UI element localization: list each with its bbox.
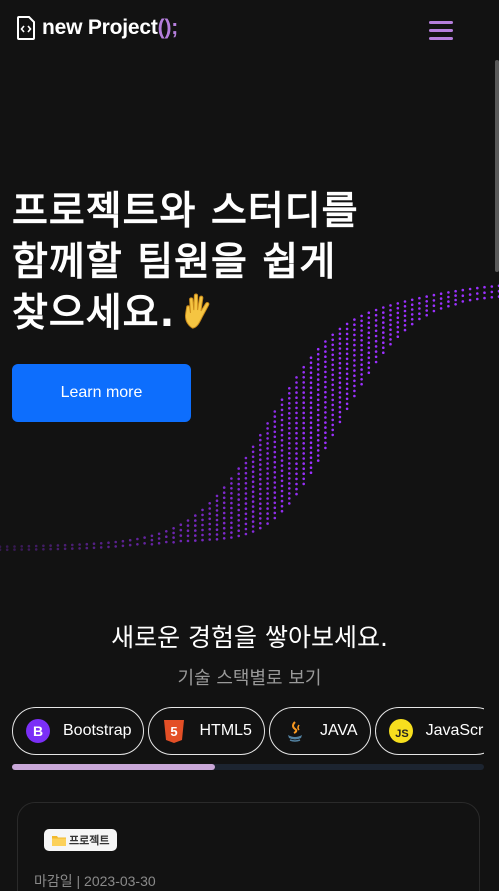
- logo-main: new Project: [42, 16, 158, 39]
- tech-chip-bootstrap[interactable]: B Bootstrap: [12, 707, 145, 755]
- tech-chip-label: HTML5: [199, 722, 252, 739]
- logo-accent: ();: [157, 16, 179, 39]
- html5-icon: 5: [161, 718, 187, 744]
- hero-title-line-1: 프로젝트와 스터디를: [12, 189, 359, 234]
- svg-text:B: B: [33, 723, 43, 739]
- tech-chip-label: Bootstrap: [63, 722, 132, 739]
- logo-text: new Project();: [42, 16, 178, 40]
- tech-chip-java[interactable]: JAVA: [268, 707, 371, 755]
- folder-icon: [52, 835, 66, 846]
- section-subtitle: 기술 스택별로 보기: [177, 668, 322, 689]
- page-scrollbar[interactable]: [495, 60, 499, 272]
- hero-title-line-3-text: 찾으세요.: [12, 291, 176, 336]
- tech-scrollbar-thumb[interactable]: [12, 764, 215, 770]
- bootstrap-icon: B: [25, 718, 51, 744]
- code-file-icon: [17, 16, 35, 40]
- navbar: new Project();: [0, 0, 499, 60]
- hero-title: 프로젝트와 스터디를 함께할 팀원을 쉽게 찾으세요.: [12, 186, 432, 339]
- tech-chip-html5[interactable]: 5 HTML5: [148, 707, 265, 755]
- learn-more-button[interactable]: Learn more: [12, 364, 191, 422]
- tech-chip-label: JAVA: [319, 722, 358, 739]
- waving-hand-icon: [185, 293, 210, 329]
- tech-scrollbar[interactable]: [12, 764, 484, 770]
- javascript-icon: JS: [388, 718, 414, 744]
- java-icon: [282, 718, 308, 744]
- hero-title-line-3: 찾으세요.: [12, 288, 432, 339]
- hero-title-line-2: 함께할 팀원을 쉽게: [12, 240, 337, 285]
- deadline-text: 마감일 | 2023-03-30: [34, 873, 156, 889]
- category-badge-label: 프로젝트: [69, 834, 110, 847]
- section-title: 새로운 경험을 쌓아보세요.: [111, 623, 388, 652]
- tech-chip-javascript[interactable]: JS JavaScri: [374, 707, 484, 755]
- tech-chip-label: JavaScri: [425, 722, 484, 739]
- project-card[interactable]: 프로젝트 마감일 | 2023-03-30: [17, 802, 480, 891]
- category-badge: 프로젝트: [44, 829, 118, 851]
- svg-text:JS: JS: [395, 728, 408, 740]
- svg-text:5: 5: [171, 724, 178, 739]
- tech-stack-scroller[interactable]: B Bootstrap 5 HTML5 JAVA JS JavaScri: [12, 707, 484, 755]
- hamburger-menu-icon[interactable]: [426, 18, 456, 42]
- logo[interactable]: new Project();: [16, 16, 178, 40]
